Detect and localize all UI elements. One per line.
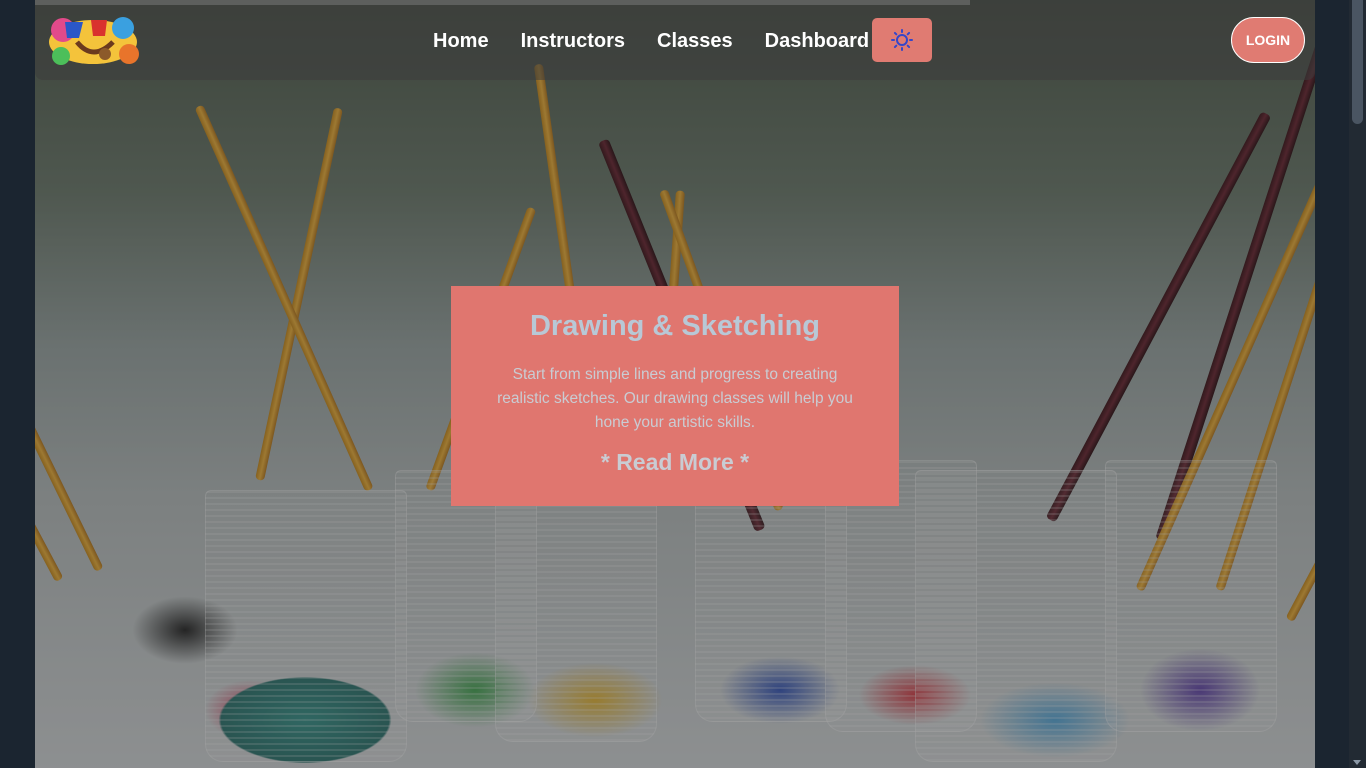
site-logo[interactable]: [43, 8, 143, 70]
scrollbar-thumb[interactable]: [1352, 0, 1363, 124]
page-scrollbar[interactable]: [1349, 0, 1366, 768]
read-more-link[interactable]: * Read More *: [601, 449, 749, 476]
page: Home Instructors Classes Dashboard LOGIN…: [35, 0, 1315, 768]
nav-link-dashboard[interactable]: Dashboard: [765, 28, 869, 54]
slide-description: Start from simple lines and progress to …: [497, 366, 853, 431]
slide-title: Drawing & Sketching: [529, 310, 821, 342]
logo-icon: [49, 17, 139, 65]
scroll-down-arrow-icon[interactable]: [1353, 760, 1361, 765]
navbar: Home Instructors Classes Dashboard LOGIN: [35, 0, 1315, 80]
hero-slide-card: Drawing & Sketching Start from simple li…: [451, 286, 899, 506]
navbar-top-strip: [35, 0, 970, 5]
theme-toggle-button[interactable]: [872, 18, 932, 62]
nav-link-home[interactable]: Home: [433, 28, 489, 54]
login-button[interactable]: LOGIN: [1231, 17, 1305, 63]
main-nav: Home Instructors Classes Dashboard: [433, 28, 869, 54]
nav-link-classes[interactable]: Classes: [657, 28, 733, 54]
nav-link-instructors[interactable]: Instructors: [521, 28, 625, 54]
sun-icon: [891, 29, 913, 51]
